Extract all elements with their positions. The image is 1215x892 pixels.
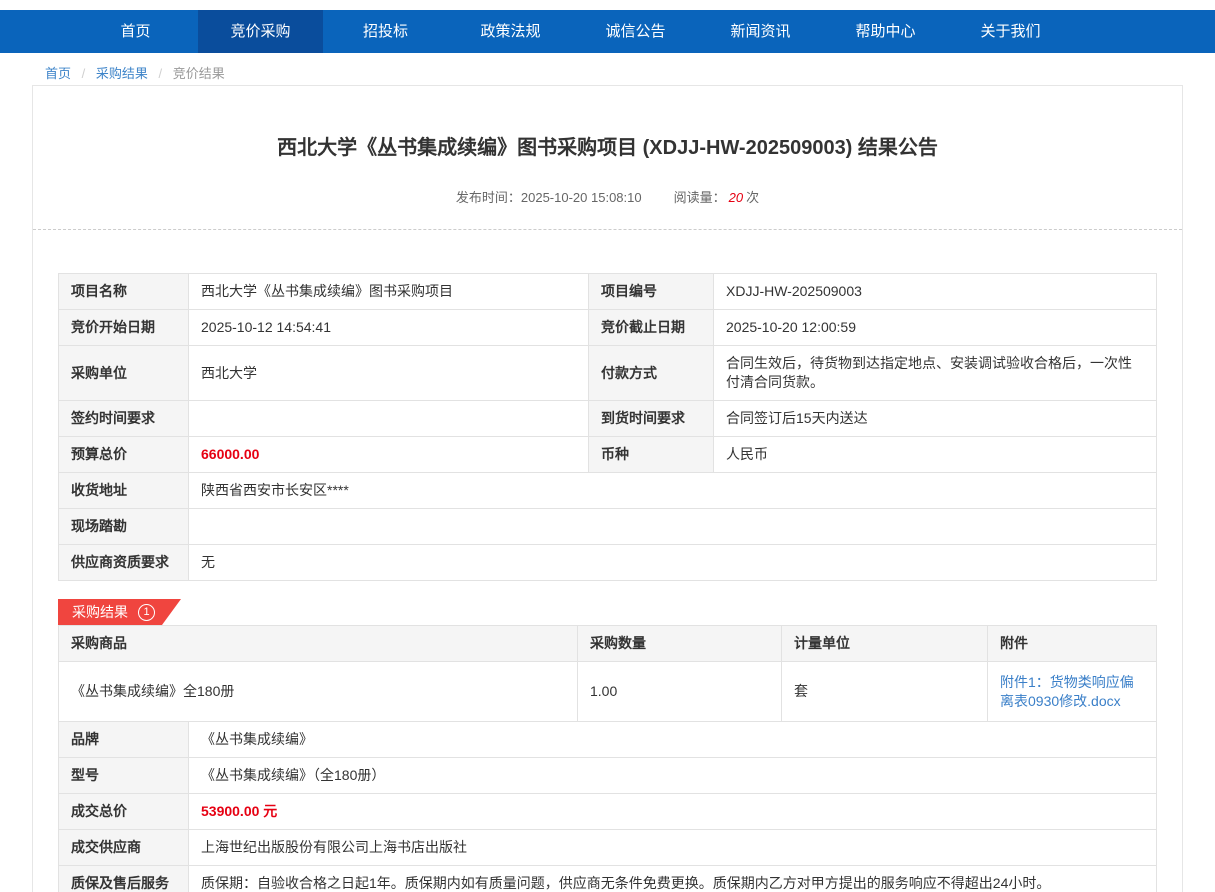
bid-end-value: 2025-10-20 12:00:59 xyxy=(714,310,1157,346)
quantity-column-header: 采购数量 xyxy=(578,626,782,662)
delivery-address-label: 收货地址 xyxy=(59,473,189,509)
payment-method-label: 付款方式 xyxy=(589,346,714,401)
result-detail-table: 品牌 《丛书集成续编》 型号 《丛书集成续编》（全180册） 成交总价 5390… xyxy=(58,721,1157,892)
table-row: 成交供应商 上海世纪出版股份有限公司上海书店出版社 xyxy=(59,830,1157,866)
breadcrumb: 首页 / 采购结果 / 竞价结果 xyxy=(0,53,1215,85)
table-row: 签约时间要求 到货时间要求 合同签订后15天内送达 xyxy=(59,401,1157,437)
publish-time-value: 2025-10-20 15:08:10 xyxy=(521,190,642,205)
views-label: 阅读量： xyxy=(674,190,726,205)
nav-item-tendering[interactable]: 招投标 xyxy=(323,10,448,53)
site-survey-label: 现场踏勘 xyxy=(59,509,189,545)
brand-value: 《丛书集成续编》 xyxy=(189,722,1157,758)
signing-time-label: 签约时间要求 xyxy=(59,401,189,437)
breadcrumb-current-page: 竞价结果 xyxy=(173,66,225,81)
article-meta: 发布时间：2025-10-20 15:08:10 阅读量：20次 xyxy=(58,187,1157,206)
nav-item-bidding-purchase[interactable]: 竞价采购 xyxy=(198,10,323,53)
deal-total-price-value: 53900.00 元 xyxy=(189,794,1157,830)
table-row: 质保及售后服务 质保期：自验收合格之日起1年。质保期内如有质量问题，供应商无条件… xyxy=(59,866,1157,892)
delivery-time-value: 合同签订后15天内送达 xyxy=(714,401,1157,437)
quantity-value: 1.00 xyxy=(578,662,782,722)
supplier-qualification-value: 无 xyxy=(189,545,1157,581)
nav-item-home[interactable]: 首页 xyxy=(73,10,198,53)
purchase-result-badge-label: 采购结果 xyxy=(72,602,128,622)
unit-column-header: 计量单位 xyxy=(782,626,988,662)
warranty-service-label: 质保及售后服务 xyxy=(59,866,189,892)
attachment-column-header: 附件 xyxy=(988,626,1157,662)
product-name-value: 《丛书集成续编》全180册 xyxy=(59,662,578,722)
table-row: 现场踏勘 xyxy=(59,509,1157,545)
table-row: 成交总价 53900.00 元 xyxy=(59,794,1157,830)
winning-supplier-value: 上海世纪出版股份有限公司上海书店出版社 xyxy=(189,830,1157,866)
table-row: 项目名称 西北大学《丛书集成续编》图书采购项目 项目编号 XDJJ-HW-202… xyxy=(59,274,1157,310)
purchaser-label: 采购单位 xyxy=(59,346,189,401)
model-value: 《丛书集成续编》（全180册） xyxy=(189,758,1157,794)
product-column-header: 采购商品 xyxy=(59,626,578,662)
breadcrumb-purchase-results-link[interactable]: 采购结果 xyxy=(96,66,148,81)
unit-value: 套 xyxy=(782,662,988,722)
budget-total-value: 66000.00 xyxy=(189,437,589,473)
purchaser-value: 西北大学 xyxy=(189,346,589,401)
project-info-table: 项目名称 西北大学《丛书集成续编》图书采购项目 项目编号 XDJJ-HW-202… xyxy=(58,273,1157,581)
warranty-service-value: 质保期：自验收合格之日起1年。质保期内如有质量问题，供应商无条件免费更换。质保期… xyxy=(189,866,1157,892)
purchase-result-badge: 采购结果 1 xyxy=(58,599,181,625)
announcement-card: 西北大学《丛书集成续编》图书采购项目 (XDJJ-HW-202509003) 结… xyxy=(32,85,1183,892)
currency-value: 人民币 xyxy=(714,437,1157,473)
site-survey-value xyxy=(189,509,1157,545)
table-row: 供应商资质要求 无 xyxy=(59,545,1157,581)
bid-end-label: 竞价截止日期 xyxy=(589,310,714,346)
delivery-time-label: 到货时间要求 xyxy=(589,401,714,437)
model-label: 型号 xyxy=(59,758,189,794)
table-row: 《丛书集成续编》全180册 1.00 套 附件1：货物类响应偏离表0930修改.… xyxy=(59,662,1157,722)
nav-item-about-us[interactable]: 关于我们 xyxy=(948,10,1073,53)
nav-item-news[interactable]: 新闻资讯 xyxy=(698,10,823,53)
main-navbar: 首页 竞价采购 招投标 政策法规 诚信公告 新闻资讯 帮助中心 关于我们 xyxy=(0,10,1215,53)
breadcrumb-separator: / xyxy=(159,66,163,81)
breadcrumb-home-link[interactable]: 首页 xyxy=(45,66,71,81)
bid-start-value: 2025-10-12 14:54:41 xyxy=(189,310,589,346)
currency-label: 币种 xyxy=(589,437,714,473)
dashed-divider xyxy=(33,229,1182,230)
project-number-label: 项目编号 xyxy=(589,274,714,310)
table-header-row: 采购商品 采购数量 计量单位 附件 xyxy=(59,626,1157,662)
payment-method-value: 合同生效后，待货物到达指定地点、安装调试验收合格后，一次性付清合同货款。 xyxy=(714,346,1157,401)
delivery-address-value: 陕西省西安市长安区**** xyxy=(189,473,1157,509)
table-row: 采购单位 西北大学 付款方式 合同生效后，待货物到达指定地点、安装调试验收合格后… xyxy=(59,346,1157,401)
supplier-qualification-label: 供应商资质要求 xyxy=(59,545,189,581)
top-spacer xyxy=(0,0,1215,10)
result-count-badge: 1 xyxy=(138,604,155,621)
project-name-label: 项目名称 xyxy=(59,274,189,310)
budget-total-label: 预算总价 xyxy=(59,437,189,473)
brand-label: 品牌 xyxy=(59,722,189,758)
nav-item-integrity-notices[interactable]: 诚信公告 xyxy=(573,10,698,53)
page-title: 西北大学《丛书集成续编》图书采购项目 (XDJJ-HW-202509003) 结… xyxy=(58,86,1157,160)
deal-total-price-label: 成交总价 xyxy=(59,794,189,830)
table-row: 型号 《丛书集成续编》（全180册） xyxy=(59,758,1157,794)
purchase-result-table: 采购商品 采购数量 计量单位 附件 《丛书集成续编》全180册 1.00 套 附… xyxy=(58,625,1157,722)
table-row: 预算总价 66000.00 币种 人民币 xyxy=(59,437,1157,473)
table-row: 品牌 《丛书集成续编》 xyxy=(59,722,1157,758)
signing-time-value xyxy=(189,401,589,437)
bid-start-label: 竞价开始日期 xyxy=(59,310,189,346)
project-name-value: 西北大学《丛书集成续编》图书采购项目 xyxy=(189,274,589,310)
nav-item-policies[interactable]: 政策法规 xyxy=(448,10,573,53)
breadcrumb-separator: / xyxy=(82,66,86,81)
project-number-value: XDJJ-HW-202509003 xyxy=(714,274,1157,310)
attachment-link[interactable]: 附件1：货物类响应偏离表0930修改.docx xyxy=(1000,674,1134,709)
publish-time-label: 发布时间： xyxy=(456,190,521,205)
table-row: 竞价开始日期 2025-10-12 14:54:41 竞价截止日期 2025-1… xyxy=(59,310,1157,346)
views-count: 20 xyxy=(729,190,743,205)
nav-item-help-center[interactable]: 帮助中心 xyxy=(823,10,948,53)
table-row: 收货地址 陕西省西安市长安区**** xyxy=(59,473,1157,509)
views-unit: 次 xyxy=(746,190,759,205)
winning-supplier-label: 成交供应商 xyxy=(59,830,189,866)
